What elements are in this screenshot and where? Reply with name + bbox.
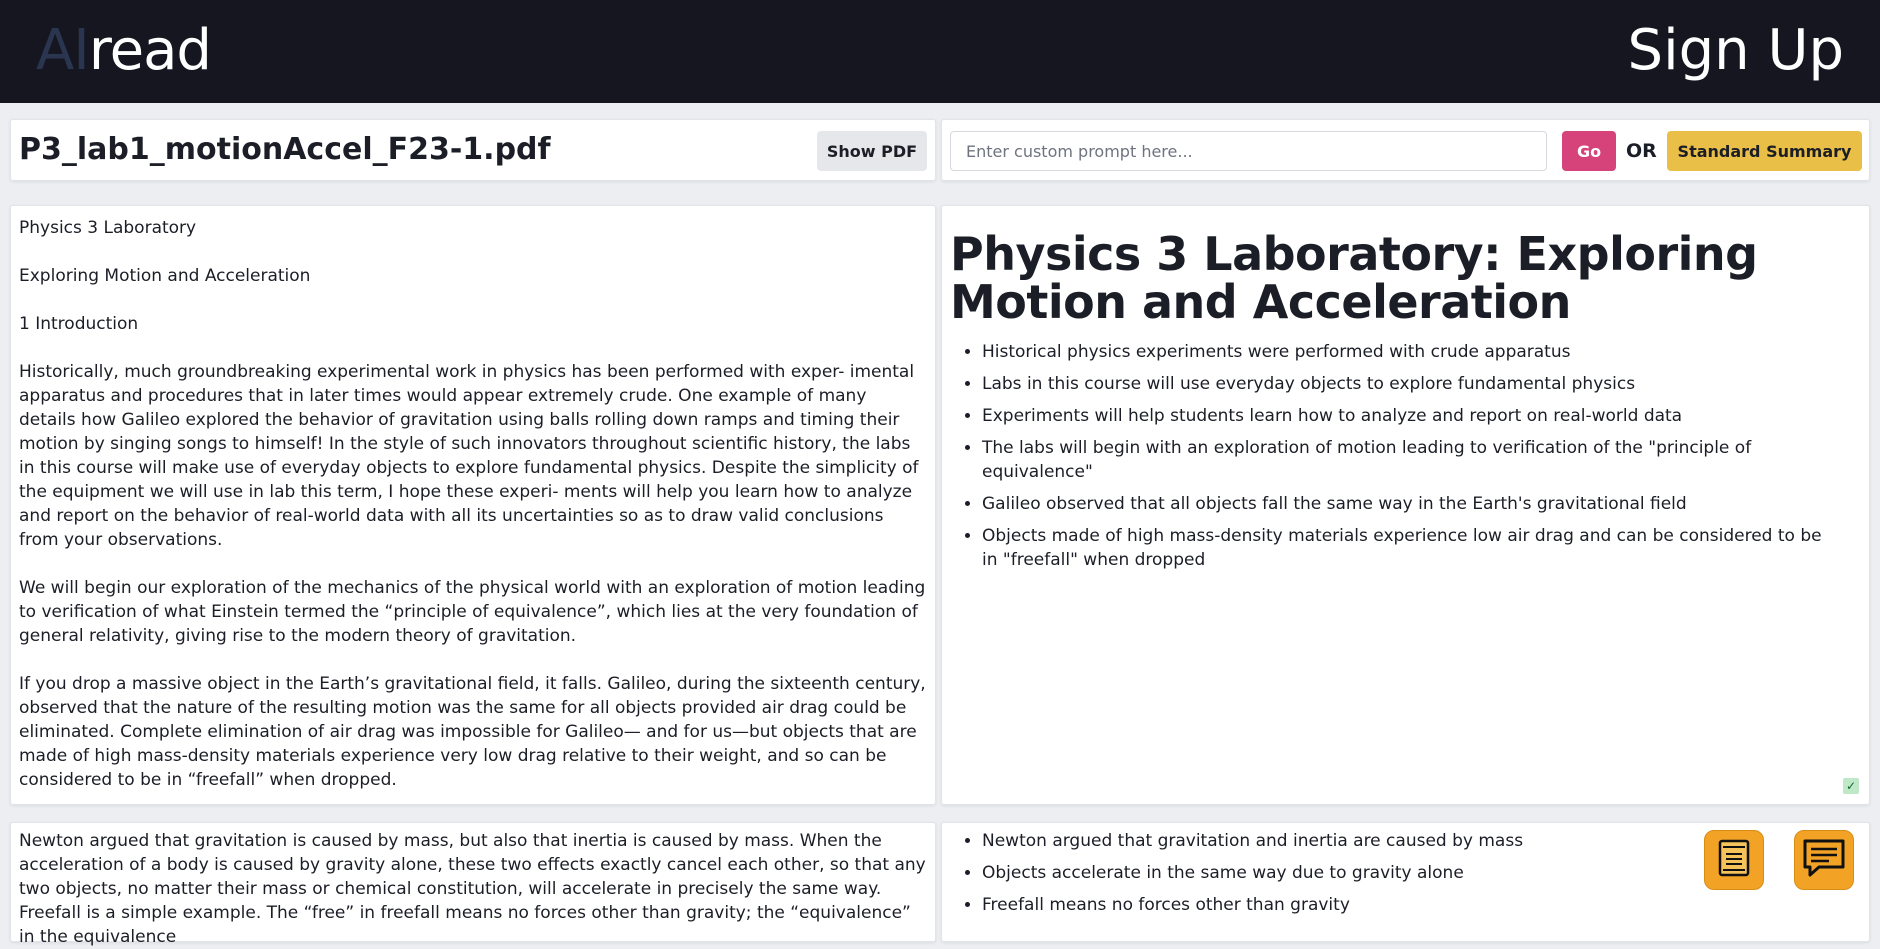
summary-bullet: Freefall means no forces other than grav… [982,893,1839,917]
summary-bullet: Historical physics experiments were perf… [982,340,1839,364]
prompt-bar: Go OR Standard Summary [941,119,1870,181]
chat-icon [1801,837,1847,883]
or-label: OR [1626,140,1657,162]
custom-prompt-input[interactable] [950,131,1547,171]
signup-link[interactable]: Sign Up [1628,18,1844,84]
check-icon[interactable]: ✓ [1843,778,1859,794]
top-navbar: AIread Sign Up [0,0,1880,103]
app-logo[interactable]: AIread [36,18,212,84]
chat-button[interactable] [1794,830,1854,890]
summary-bullet: The labs will begin with an exploration … [982,436,1839,484]
file-header-bar: P3_lab1_motionAccel_F23-1.pdf Show PDF [10,119,936,181]
logo-read-text: read [88,18,212,83]
source-paragraph: 1 Introduction [19,314,139,334]
source-paragraph: Historically, much groundbreaking experi… [19,362,919,550]
logo-ai-text: AI [36,18,90,83]
file-name: P3_lab1_motionAccel_F23-1.pdf [19,132,551,167]
source-paragraph: We will begin our exploration of the mec… [19,578,926,646]
source-paragraph: If you drop a massive object in the Eart… [19,674,926,790]
summary-bullet: Labs in this course will use everyday ob… [982,372,1839,396]
summary-bullet: Experiments will help students learn how… [982,404,1839,428]
summary-list: Historical physics experiments were perf… [942,340,1869,572]
source-paragraph: Newton argued that gravitation is caused… [19,831,926,947]
go-button[interactable]: Go [1562,131,1616,171]
source-paragraph: Physics 3 Laboratory [19,218,197,238]
summary-bullet: Objects made of high mass-density materi… [982,524,1839,572]
document-button[interactable] [1704,830,1764,890]
summary-bullet: Galileo observed that all objects fall t… [982,492,1839,516]
show-pdf-button[interactable]: Show PDF [817,131,927,171]
source-text-panel: Physics 3 Laboratory Exploring Motion an… [10,205,936,805]
document-icon [1717,838,1751,882]
source-paragraph: Exploring Motion and Acceleration [19,266,311,286]
standard-summary-button[interactable]: Standard Summary [1667,131,1862,171]
source-text-panel: Newton argued that gravitation is caused… [10,822,936,947]
summary-panel: Physics 3 Laboratory: Exploring Motion a… [941,205,1870,805]
summary-title: Physics 3 Laboratory: Exploring Motion a… [950,227,1758,329]
